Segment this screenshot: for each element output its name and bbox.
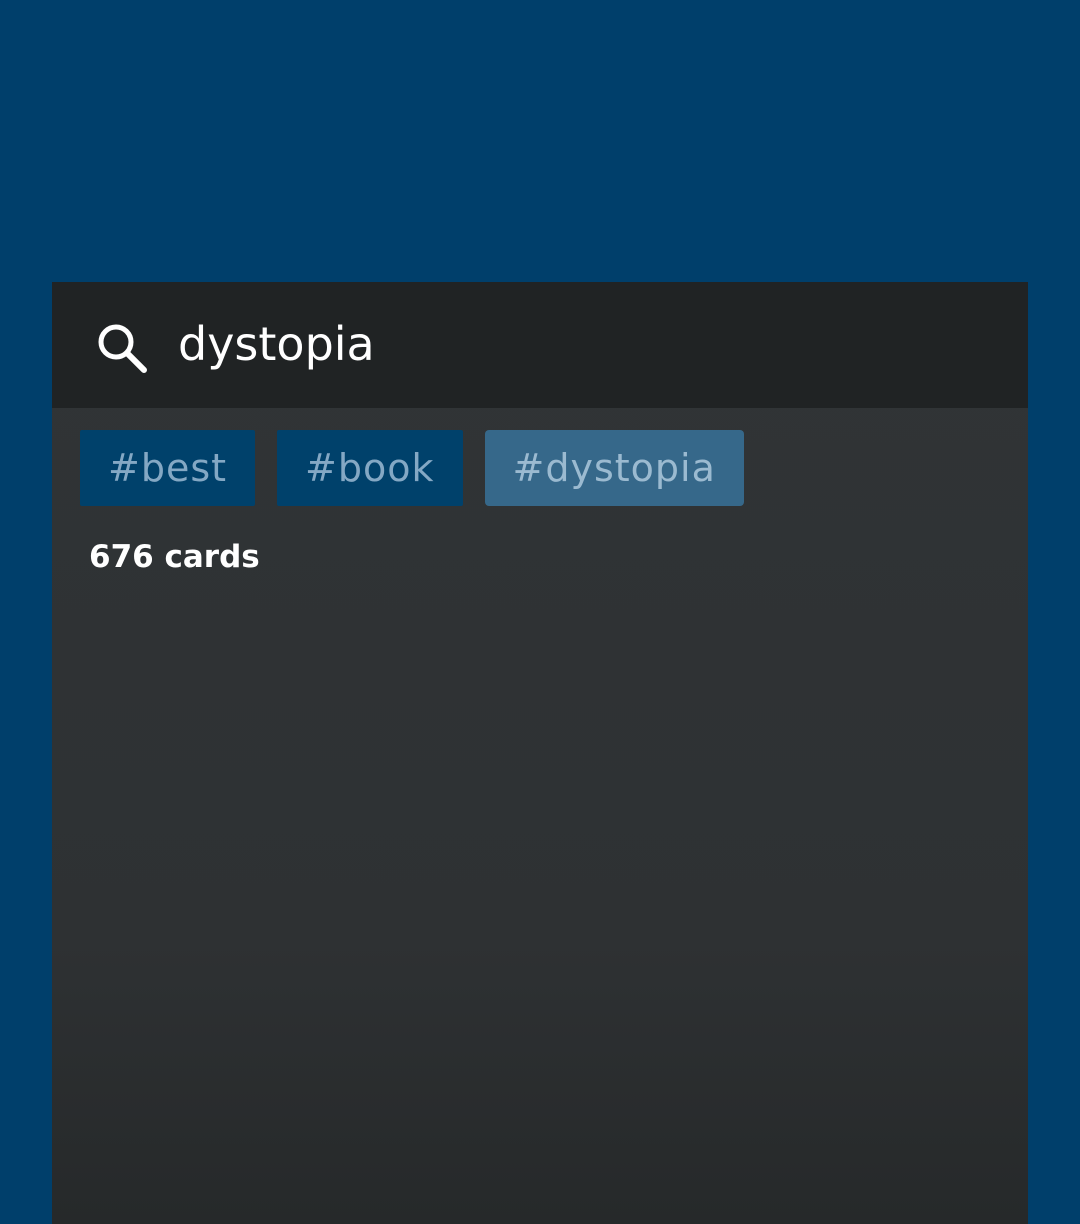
tag-best[interactable]: #best bbox=[80, 430, 256, 506]
search-input[interactable] bbox=[178, 312, 978, 376]
tag-list: #best #book #dystopia bbox=[80, 430, 744, 508]
tag-dystopia[interactable]: #dystopia bbox=[484, 430, 744, 506]
result-count: 676 cards bbox=[89, 539, 260, 575]
tag-book[interactable]: #book bbox=[277, 430, 463, 506]
search-bar bbox=[52, 282, 1028, 408]
search-panel: #best #book #dystopia 676 cards bbox=[52, 282, 1028, 1224]
search-icon[interactable] bbox=[94, 320, 150, 376]
